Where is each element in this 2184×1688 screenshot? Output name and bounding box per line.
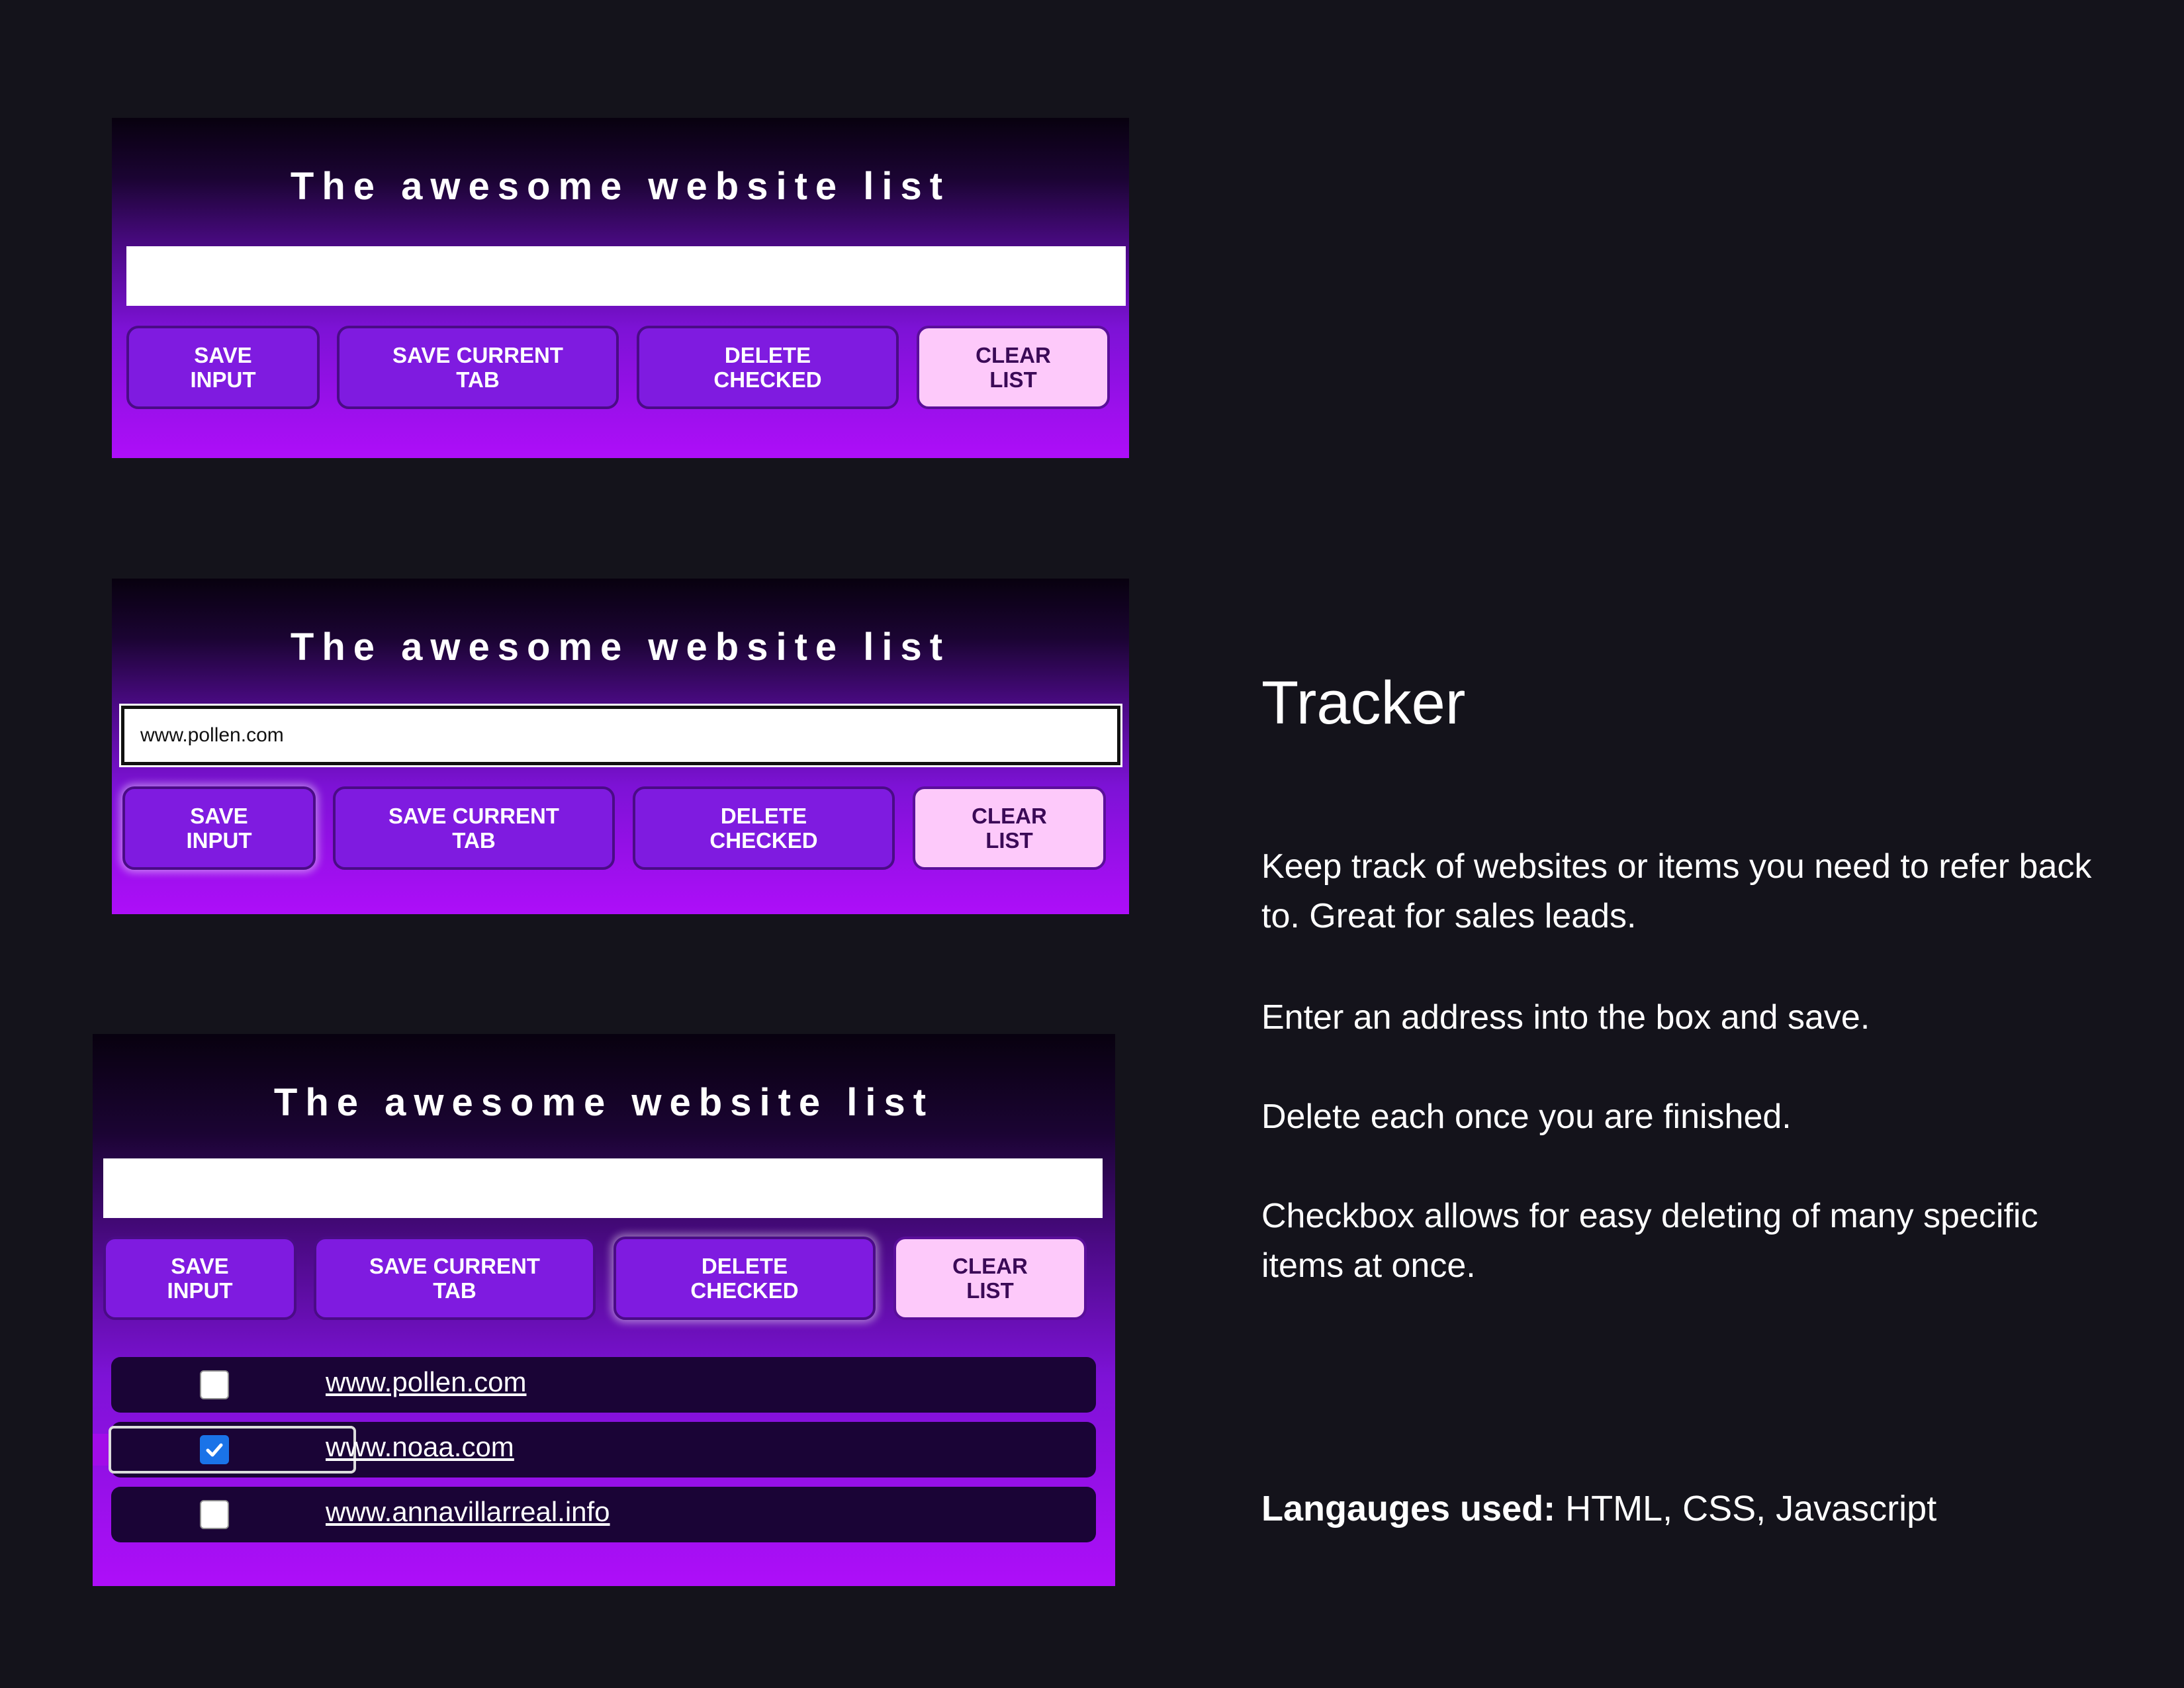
save-current-tab-button[interactable]: SAVE CURRENT TAB <box>333 786 615 870</box>
item-checkbox-checked[interactable] <box>200 1435 229 1464</box>
row-drag-handle <box>93 1434 111 1466</box>
list-item: www.annavillarreal.info <box>111 1487 1096 1542</box>
panel-title: The awesome website list <box>290 626 951 669</box>
url-input[interactable] <box>103 1158 1103 1218</box>
panel-title: The awesome website list <box>290 165 951 208</box>
list-item: www.pollen.com <box>111 1357 1096 1413</box>
checkmark-icon <box>206 1443 223 1457</box>
save-input-button[interactable]: SAVE INPUT <box>126 326 320 409</box>
extension-panel-list: The awesome website list SAVE INPUT SAVE… <box>93 1034 1115 1586</box>
clear-list-button[interactable]: CLEAR LIST <box>917 326 1110 409</box>
url-input[interactable] <box>121 706 1120 765</box>
save-input-button[interactable]: SAVE INPUT <box>122 786 316 870</box>
extension-panel-typing: The awesome website list SAVE INPUT SAVE… <box>112 579 1129 914</box>
description-paragraph: Delete each once you are finished. <box>1261 1098 1792 1136</box>
save-current-tab-button[interactable]: SAVE CURRENT TAB <box>337 326 619 409</box>
item-link[interactable]: www.noaa.com <box>326 1431 514 1463</box>
item-link[interactable]: www.annavillarreal.info <box>326 1496 610 1528</box>
panel-title: The awesome website list <box>273 1081 934 1124</box>
languages-value: HTML, CSS, Javascript <box>1555 1489 1937 1528</box>
focus-ring <box>109 1426 356 1474</box>
description-paragraph: Keep track of websites or items you need… <box>1261 847 2092 935</box>
list-item: www.noaa.com <box>93 1422 1096 1477</box>
languages-used: Langauges used: HTML, CSS, Javascript <box>1261 1488 1936 1529</box>
item-link[interactable]: www.pollen.com <box>326 1366 526 1398</box>
url-input[interactable] <box>126 246 1126 306</box>
description-paragraph: Enter an address into the box and save. <box>1261 998 1870 1037</box>
extension-panel-empty: The awesome website list SAVE INPUT SAVE… <box>112 118 1129 458</box>
clear-list-button[interactable]: CLEAR LIST <box>893 1237 1087 1320</box>
item-checkbox[interactable] <box>200 1370 229 1399</box>
delete-checked-button[interactable]: DELETE CHECKED <box>637 326 899 409</box>
delete-checked-button[interactable]: DELETE CHECKED <box>633 786 895 870</box>
project-heading: Tracker <box>1261 669 1466 737</box>
save-current-tab-button[interactable]: SAVE CURRENT TAB <box>314 1237 596 1320</box>
languages-label: Langauges used: <box>1261 1489 1556 1528</box>
description-paragraph: Checkbox allows for easy deleting of man… <box>1261 1197 2038 1285</box>
save-input-button[interactable]: SAVE INPUT <box>103 1237 296 1320</box>
item-checkbox[interactable] <box>200 1500 229 1529</box>
clear-list-button[interactable]: CLEAR LIST <box>913 786 1106 870</box>
delete-checked-button[interactable]: DELETE CHECKED <box>614 1237 876 1320</box>
